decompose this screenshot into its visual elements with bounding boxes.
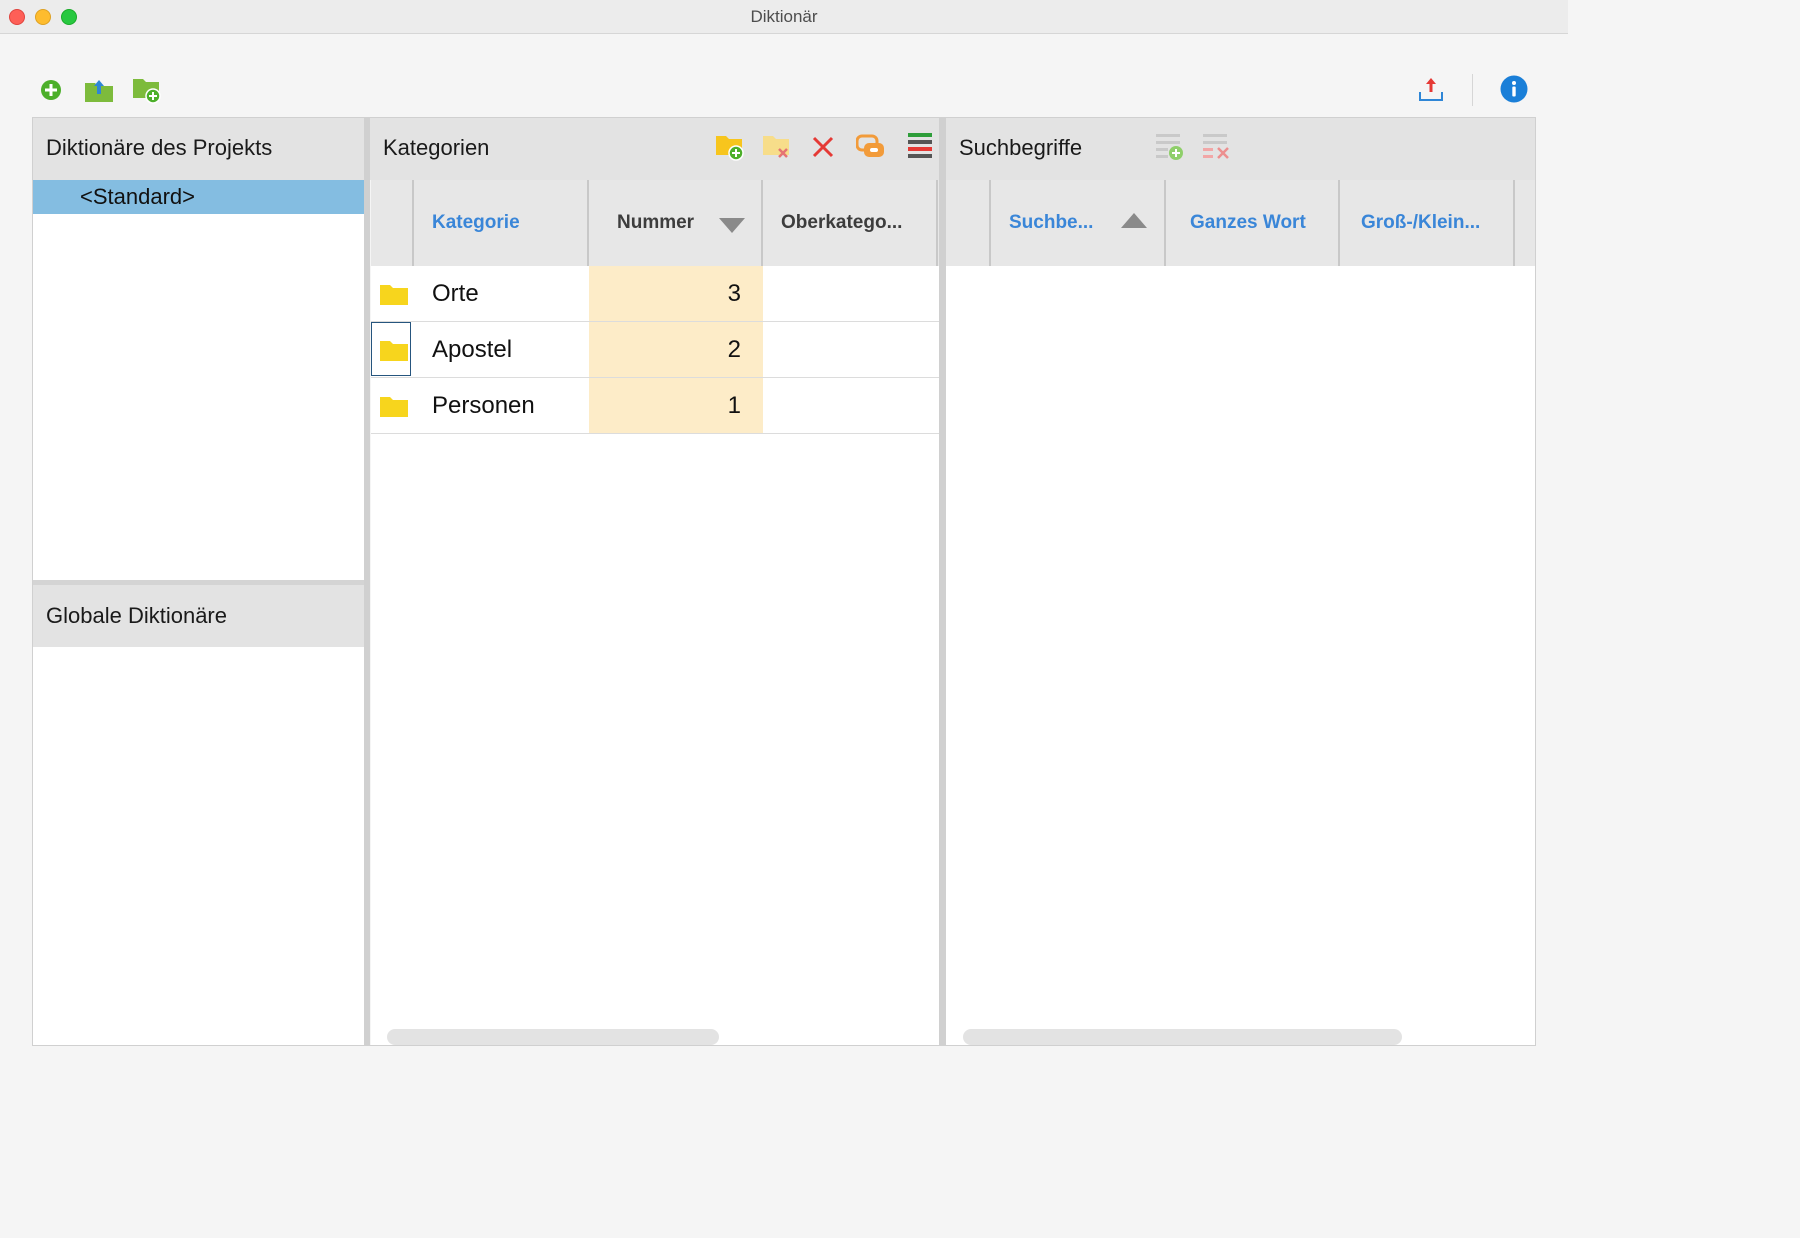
title-bar: Diktionär — [0, 0, 1568, 34]
sort-descending-icon — [719, 218, 745, 239]
column-header-suchbegriff[interactable]: Suchbe... — [991, 180, 1164, 266]
new-folder-icon[interactable] — [132, 76, 162, 109]
column-header-label: Suchbe... — [1009, 212, 1094, 233]
left-panel-divider[interactable] — [364, 117, 370, 1045]
column-separator — [936, 180, 938, 266]
category-row[interactable]: Apostel 2 — [371, 322, 939, 378]
color-list-icon[interactable] — [908, 133, 932, 166]
column-header-label: Ganzes Wort — [1190, 212, 1306, 233]
global-dictionaries-panel — [33, 585, 364, 1045]
new-category-icon[interactable] — [715, 133, 745, 166]
categories-header: Kategorien — [370, 117, 939, 180]
add-circle-icon[interactable] — [40, 79, 62, 106]
column-header-label: Nummer — [617, 212, 695, 233]
column-header-oberkategorie[interactable]: Oberkatego... — [763, 180, 936, 266]
column-header-nummer[interactable]: Nummer — [589, 180, 761, 266]
import-folder-icon[interactable] — [84, 76, 114, 108]
category-name: Orte — [432, 280, 479, 307]
toolbar-divider — [1472, 74, 1473, 106]
delete-category-icon[interactable] — [762, 133, 792, 166]
search-terms-horizontal-scrollbar[interactable] — [963, 1029, 1402, 1045]
add-term-icon[interactable] — [1156, 133, 1184, 166]
project-dictionaries-header: Diktionäre des Projekts — [33, 117, 364, 180]
folder-icon — [380, 283, 408, 310]
column-header-ganzes-wort[interactable]: Ganzes Wort — [1166, 180, 1338, 266]
export-icon[interactable] — [1418, 76, 1444, 107]
sort-ascending-icon — [1121, 212, 1147, 233]
categories-horizontal-scrollbar[interactable] — [387, 1029, 719, 1045]
category-number: 3 — [727, 280, 741, 307]
column-header-gross-klein[interactable]: Groß-/Klein... — [1340, 180, 1513, 266]
dictionary-item-standard[interactable]: <Standard> — [33, 180, 364, 214]
search-terms-header: Suchbegriffe — [946, 117, 1535, 180]
folder-icon — [380, 339, 408, 366]
column-header-kategorie[interactable]: Kategorie — [414, 180, 587, 266]
category-name: Apostel — [432, 336, 513, 363]
remove-term-icon[interactable] — [1203, 133, 1231, 166]
window-title: Diktionär — [750, 7, 818, 26]
global-dictionaries-header: Globale Diktionäre — [33, 585, 364, 647]
column-header-label: Groß-/Klein... — [1361, 212, 1481, 233]
folder-icon — [380, 395, 408, 422]
delete-icon[interactable] — [812, 136, 834, 163]
column-separator — [1513, 180, 1515, 266]
column-header-label: Kategorie — [432, 212, 520, 233]
info-icon[interactable] — [1500, 75, 1528, 108]
middle-panel-divider[interactable] — [939, 117, 946, 1045]
column-header-label: Oberkatego... — [781, 212, 903, 233]
link-icon[interactable] — [855, 134, 886, 165]
category-name: Personen — [432, 392, 535, 419]
category-row[interactable]: Personen 1 — [371, 378, 939, 434]
category-number: 2 — [727, 336, 741, 363]
category-row[interactable]: Orte 3 — [371, 266, 939, 322]
dictionary-item-label: <Standard> — [80, 184, 195, 209]
category-number: 1 — [727, 392, 741, 419]
